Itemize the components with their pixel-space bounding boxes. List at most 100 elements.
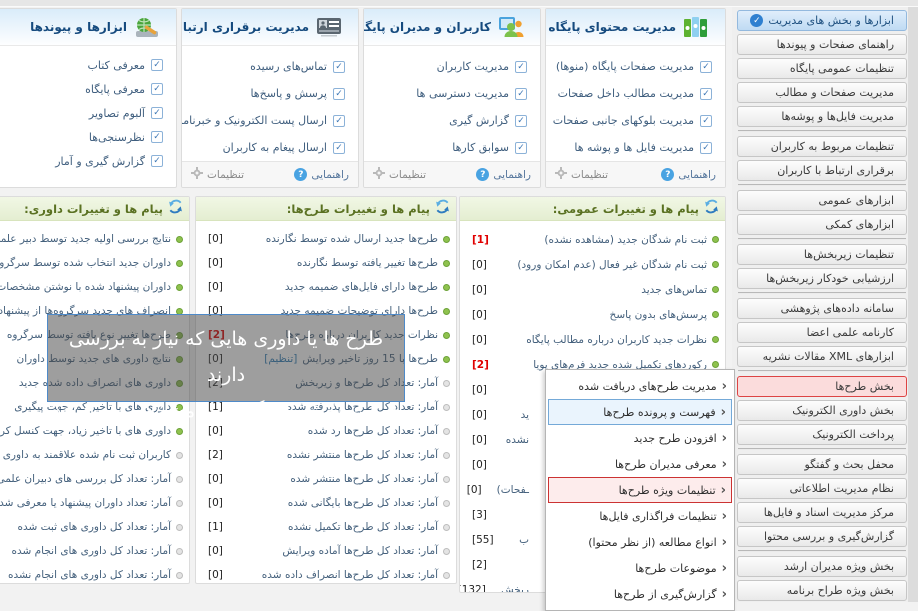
sidebar-item[interactable]: پرداخت الکترونیک — [737, 424, 907, 445]
status-dot-icon — [443, 356, 450, 363]
sidebar-item[interactable]: مدیریت فایل‌ها و پوشه‌ها — [737, 106, 907, 127]
feed-row-count: [1] — [472, 234, 489, 246]
feed-row[interactable]: آمار: تعداد کل طرح‌ها آماده ویرایش [0] — [196, 539, 456, 563]
sidebar-item[interactable]: مدیریت صفحات و مطالب — [737, 82, 907, 103]
submenu-item[interactable]: ‹ مدیریت طرح‌های دریافت شده — [548, 373, 732, 399]
submenu-item[interactable]: ‹ فهرست و پرونده طرح‌ها — [548, 399, 732, 425]
feed-row[interactable]: آمار: تعداد کل داوری های ثبت شده — [0, 515, 189, 539]
sidebar-item[interactable]: گزارش‌گیری و بررسی محتوا — [737, 526, 907, 547]
sidebar-item[interactable]: ابزارها و بخش های مدیریت ✓ — [737, 10, 907, 31]
menu-link[interactable]: ✓ سوابق کارها — [364, 134, 540, 161]
checkbox-icon: ✓ — [700, 88, 712, 100]
chevron-left-icon: ‹ — [721, 484, 726, 497]
sidebar-item[interactable]: تنظیمات عمومی پایگاه — [737, 58, 907, 79]
sidebar-item[interactable]: سامانه داده‌های پژوهشی — [737, 298, 907, 319]
menu-link[interactable]: ✓ مدیریت دسترسی ها — [364, 80, 540, 107]
sidebar-item[interactable] — [738, 448, 906, 450]
feed-row-count: [2] — [208, 449, 223, 461]
menu-link[interactable]: ✓ مدیریت صفحات پایگاه (منوها) — [546, 53, 725, 80]
feed-row[interactable]: ثبت نام شدگان جدید (مشاهده نشده) [1] — [460, 227, 725, 252]
sidebar-item[interactable]: برقراری ارتباط با کاربران — [737, 160, 907, 181]
sidebar-item[interactable] — [738, 550, 906, 552]
sidebar-item[interactable]: ابزارهای کمکی — [737, 214, 907, 235]
submenu-item[interactable]: ‹ گزارش‌گیری از طرح‌ها — [548, 581, 732, 607]
refresh-icon — [435, 199, 450, 218]
feed-row[interactable]: طرح‌ها دارای فایل‌های ضمیمه جدید [0] — [196, 275, 456, 299]
sidebar-item[interactable]: ابزارهای XML مقالات نشریه — [737, 346, 907, 367]
menu-link[interactable]: ✓ گزارش گیری — [364, 107, 540, 134]
settings-link[interactable]: تنظیمات — [555, 167, 608, 182]
menu-link[interactable]: ✓ نظرسنجی‌ها — [0, 125, 176, 149]
feed-row[interactable]: آمار: تعداد داوران پیشنهاد یا معرفی شده — [0, 491, 189, 515]
status-dot-icon — [176, 548, 183, 555]
sidebar-item[interactable]: تنظیمات زیربخش‌ها — [737, 244, 907, 265]
menu-link[interactable]: ✓ مدیریت کاربران — [364, 53, 540, 80]
feed-row[interactable]: تماس‌های جدید [0] — [460, 277, 725, 302]
feed-row[interactable]: آمار: تعداد کل طرح‌ها انصراف داده شده [0… — [196, 563, 456, 584]
feed-row[interactable]: ثبت نام شدگان غیر فعال (عدم امکان ورود) … — [460, 252, 725, 277]
help-link[interactable]: راهنمایی ? — [476, 168, 531, 181]
menu-link[interactable]: ✓ مدیریت مطالب داخل صفحات — [546, 80, 725, 107]
sidebar-item[interactable] — [738, 130, 906, 132]
menu-link[interactable]: ✓ مدیریت بلوکهای جانبی صفحات — [546, 107, 725, 134]
feed-row[interactable]: کاربران ثبت نام شده علاقمند به داوری — [0, 443, 189, 467]
menu-link[interactable]: ✓ تماس‌های رسیده — [182, 53, 358, 80]
panel-users-admins: کاربران و مدیران پایگاه ✓ مدیریت کاربران… — [363, 8, 541, 188]
submenu-item[interactable]: ‹ معرفی مدیران طرح‌ها — [548, 451, 732, 477]
sidebar-item[interactable]: مرکز مدیریت اسناد و فایل‌ها — [737, 502, 907, 523]
feed-row[interactable]: پرسش‌های بدون پاسخ [0] — [460, 302, 725, 327]
menu-link[interactable]: ✓ ارسال پست الکترونیک و خبرنامه — [182, 107, 358, 134]
feed-row[interactable]: آمار: تعداد کل بررسی های دبیران علمی — [0, 467, 189, 491]
menu-link[interactable]: ✓ آلبوم تصاویر — [0, 101, 176, 125]
feed-row[interactable]: نظرات جدید کاربران درباره مطالب پایگاه [… — [460, 327, 725, 352]
gear-icon — [373, 167, 385, 182]
sidebar-item[interactable]: کارنامه علمی اعضا — [737, 322, 907, 343]
menu-link[interactable]: ✓ معرفی کتاب — [0, 53, 176, 77]
feed-row[interactable]: داوران جدید انتخاب شده توسط سرگروه — [0, 251, 189, 275]
help-link[interactable]: راهنمایی ? — [661, 168, 716, 181]
feed-row[interactable]: آمار: تعداد کل داوری های انجام نشده — [0, 563, 189, 584]
sidebar-item[interactable] — [738, 238, 906, 240]
menu-link[interactable]: ✓ مدیریت فایل ها و پوشه ها — [546, 134, 725, 161]
feed-row[interactable]: نتایج بررسی اولیه جدید توسط دبیر علمی — [0, 227, 189, 251]
menu-link[interactable]: ✓ پرسش و پاسخ‌ها — [182, 80, 358, 107]
sidebar-item[interactable]: بخش ویژه مدیران ارشد — [737, 556, 907, 577]
feed-row-count: [55] — [472, 534, 494, 546]
submenu-item-label: تنظیمات فراگذاری فایل‌ها — [599, 510, 716, 523]
menu-link[interactable]: ✓ معرفی پایگاه — [0, 77, 176, 101]
settings-link[interactable]: تنظیمات — [373, 167, 426, 182]
sidebar-item[interactable]: بخش طرح‌ها — [737, 376, 907, 397]
feed-row[interactable]: آمار: تعداد کل طرح‌ها تکمیل نشده [1] — [196, 515, 456, 539]
feed-row[interactable]: آمار: تعداد کل طرح‌ها منتشر شده [0] — [196, 467, 456, 491]
sidebar-item[interactable]: راهنمای صفحات و پیوندها — [737, 34, 907, 55]
feed-row[interactable]: طرح‌ها جدید ارسال شده توسط نگارنده [0] — [196, 227, 456, 251]
feed-row[interactable]: طرح‌ها تغییر یافته توسط نگارنده [0] — [196, 251, 456, 275]
sidebar-item[interactable]: محفل بحث و گفتگو — [737, 454, 907, 475]
scrollbar-track[interactable] — [908, 7, 918, 602]
submenu-item[interactable]: ‹ موضوعات طرح‌ها — [548, 555, 732, 581]
sidebar-item[interactable]: بخش ویژه طراح برنامه — [737, 580, 907, 601]
submenu-item[interactable]: ‹ افزودن طرح جدید — [548, 425, 732, 451]
sidebar-item[interactable] — [738, 370, 906, 372]
sidebar-item[interactable] — [738, 292, 906, 294]
feed-row[interactable]: آمار: تعداد کل داوری های انجام شده — [0, 539, 189, 563]
submenu-item[interactable]: ‹ تنظیمات فراگذاری فایل‌ها — [548, 503, 732, 529]
feed-row[interactable]: آمار: تعداد کل طرح‌ها منتشر نشده [2] — [196, 443, 456, 467]
sidebar-item[interactable]: بخش داوری الکترونیک — [737, 400, 907, 421]
sidebar-item[interactable]: ابزارهای عمومی — [737, 190, 907, 211]
feed-row[interactable]: آمار: تعداد کل طرح‌ها بایگانی شده [0] — [196, 491, 456, 515]
status-dot-icon — [443, 236, 450, 243]
sidebar-item[interactable]: تنظیمات مربوط به کاربران — [737, 136, 907, 157]
menu-link[interactable]: ✓ ارسال پیغام به کاربران — [182, 134, 358, 161]
feed-row-count: [1] — [208, 521, 223, 533]
submenu-item[interactable]: ‹ انواع مطالعه (از نظر محتوا) — [548, 529, 732, 555]
help-link[interactable]: راهنمایی ? — [294, 168, 349, 181]
menu-link[interactable]: ✓ گزارش گیری و آمار — [0, 149, 176, 173]
sidebar-item[interactable] — [738, 184, 906, 186]
settings-link[interactable]: تنظیمات — [191, 167, 244, 182]
status-dot-icon — [176, 572, 183, 579]
sidebar-item[interactable]: ارزشیابی خودکار زیربخش‌ها — [737, 268, 907, 289]
feed-row[interactable]: داوران پیشنهاد شده با نوشتن مشخصات — [0, 275, 189, 299]
sidebar-item[interactable]: نظام مدیریت اطلاعاتی — [737, 478, 907, 499]
submenu-item[interactable]: ‹ تنظیمات ویژه طرح‌ها — [548, 477, 732, 503]
